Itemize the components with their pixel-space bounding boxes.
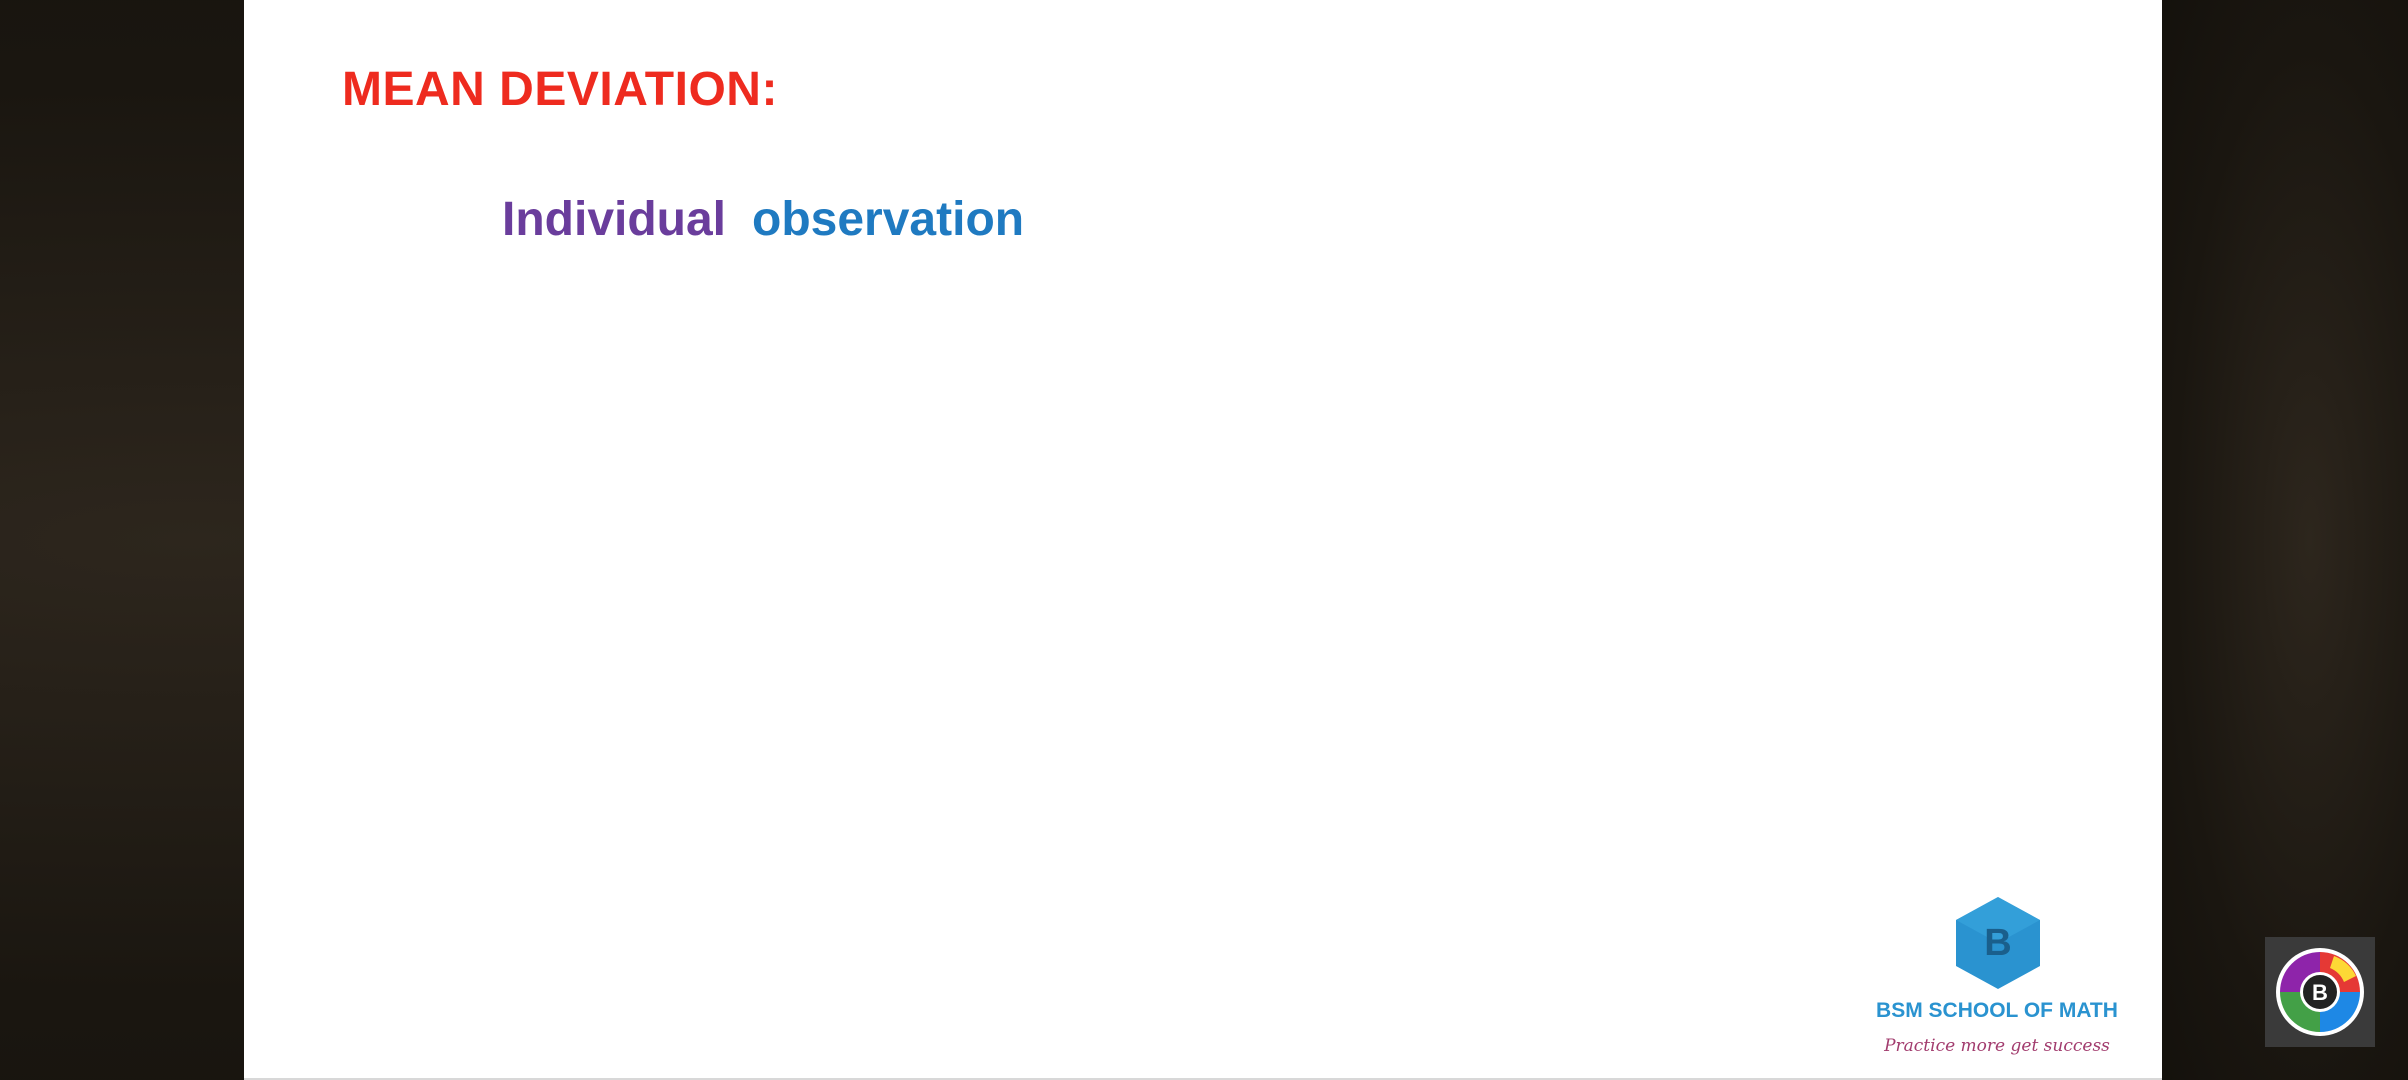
slide-title: MEAN DEVIATION:	[342, 63, 778, 116]
video-player-screen: MEAN DEVIATION: Individual observation B …	[0, 0, 2408, 1080]
channel-watermark-badge[interactable]: B	[2265, 937, 2375, 1047]
logo-letter: B	[1984, 922, 2011, 964]
presentation-slide: MEAN DEVIATION: Individual observation B …	[244, 0, 2162, 1080]
logo-brand-name: BSM SCHOOL OF MATH	[1876, 999, 2118, 1022]
slide-subtitle: Individual observation	[502, 192, 1024, 247]
subtitle-word-observation: observation	[752, 193, 1025, 246]
hexagon-logo-icon: B	[1956, 897, 2040, 989]
badge-letter: B	[2312, 980, 2328, 1005]
bsm-logo: B BSM SCHOOL OF MATH Practice more get s…	[1862, 895, 2122, 1070]
channel-logo-icon: B	[2276, 948, 2364, 1036]
subtitle-word-individual: Individual	[502, 193, 727, 246]
right-background	[2162, 0, 2408, 1080]
logo-tagline: Practice more get success	[1884, 1036, 2110, 1056]
